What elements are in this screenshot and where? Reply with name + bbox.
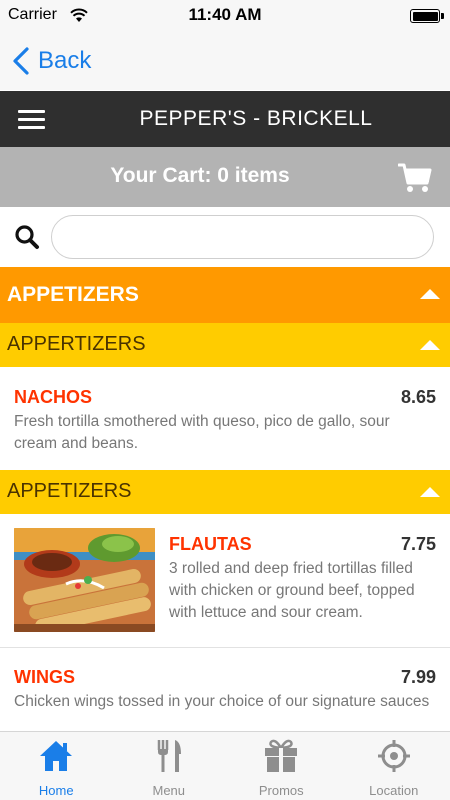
status-time: 11:40 AM — [188, 5, 262, 24]
home-icon — [40, 741, 73, 771]
cart-bar[interactable]: Your Cart: 0 items — [0, 147, 450, 207]
item-name: NACHOS — [14, 387, 93, 407]
item-photo — [14, 528, 155, 632]
utensils-icon — [157, 740, 181, 772]
item-name: FLAUTAS — [169, 534, 252, 554]
tab-home[interactable]: Home — [0, 732, 113, 800]
navigation-bar: Back — [0, 34, 450, 90]
shopping-cart-icon[interactable] — [398, 162, 432, 194]
collapse-arrow-icon[interactable] — [420, 340, 440, 350]
menu-item[interactable]: NACHOS 8.65 Fresh tortilla smothered wit… — [0, 369, 450, 473]
search-input[interactable] — [51, 215, 434, 259]
item-name: WINGS — [14, 667, 75, 687]
tab-label: Home — [38, 783, 74, 798]
category-title: APPETIZERS — [7, 283, 139, 306]
tab-label: Location — [369, 783, 419, 798]
search-icon — [15, 225, 39, 249]
hamburger-menu-icon[interactable] — [18, 110, 45, 130]
battery-icon — [410, 9, 440, 23]
tab-bar: Home Menu Promos Location — [0, 731, 450, 800]
tab-label: Promos — [258, 783, 304, 798]
category-header[interactable]: APPETIZERS — [0, 267, 450, 323]
status-bar: Carrier 11:40 AM — [0, 0, 450, 34]
chevron-left-icon — [13, 47, 29, 75]
tab-label: Menu — [152, 783, 186, 798]
section-title: APPETIZERS — [7, 480, 132, 502]
battery-tip — [441, 13, 444, 19]
location-icon — [377, 740, 410, 772]
tab-menu[interactable]: Menu — [113, 732, 226, 800]
restaurant-title: PEPPER'S - BRICKELL — [139, 107, 373, 130]
menu-item[interactable]: WINGS 7.99 Chicken wings tossed in your … — [0, 648, 450, 738]
item-price: 7.99 — [400, 667, 436, 687]
tab-location[interactable]: Location — [338, 732, 450, 800]
collapse-arrow-icon[interactable] — [420, 289, 440, 299]
restaurant-header: PEPPER'S - BRICKELL — [0, 91, 450, 147]
gift-icon — [265, 739, 298, 772]
cart-summary: Your Cart: 0 items — [110, 164, 290, 187]
section-header[interactable]: APPETIZERS — [0, 470, 450, 514]
menu-item[interactable]: FLAUTAS 7.75 3 rolled and deep fried tor… — [0, 514, 450, 648]
back-label: Back — [38, 47, 92, 74]
item-description: 3 rolled and deep fried tortillas filled… — [169, 560, 415, 621]
section-title: APPERTIZERS — [7, 333, 146, 355]
collapse-arrow-icon[interactable] — [420, 487, 440, 497]
item-description: Chicken wings tossed in your choice of o… — [14, 693, 430, 710]
section-header[interactable]: APPERTIZERS — [0, 323, 450, 367]
search-row — [0, 207, 450, 267]
item-price: 8.65 — [400, 387, 436, 407]
item-description: Fresh tortilla smothered with queso, pic… — [14, 413, 390, 452]
item-price: 7.75 — [400, 534, 436, 554]
tab-promos[interactable]: Promos — [225, 732, 338, 800]
back-button[interactable]: Back — [10, 44, 91, 78]
